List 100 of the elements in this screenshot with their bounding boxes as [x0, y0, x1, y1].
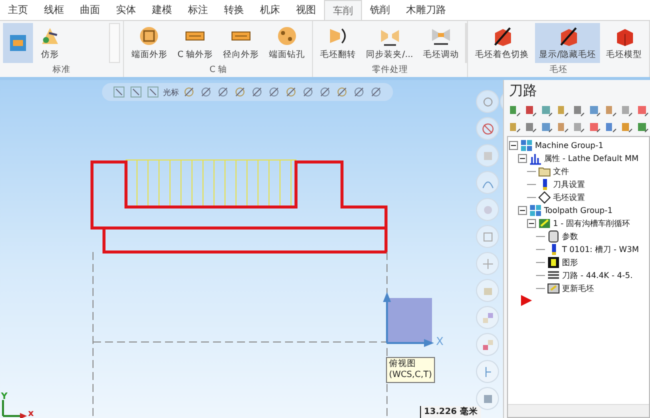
ribbon-button[interactable]: 仿形 — [35, 23, 65, 63]
view-tool-icon — [233, 85, 247, 99]
tool-icon — [524, 104, 537, 116]
tree-node-icon — [529, 204, 542, 217]
view-tool-button[interactable] — [476, 225, 499, 248]
tree-node-icon — [547, 230, 560, 243]
view-tool-icon — [129, 85, 143, 99]
ribbon-tab[interactable]: 铣削 — [362, 0, 398, 20]
view-tool-icon — [146, 85, 160, 99]
tree-item[interactable]: 参数 — [562, 231, 578, 242]
view-tool-button[interactable] — [476, 90, 499, 113]
tree-item[interactable]: 文件 — [553, 166, 569, 177]
tool-icon — [138, 25, 160, 47]
tree-node-icon — [520, 139, 533, 152]
ribbon-button[interactable]: 毛坯模型 — [602, 23, 646, 63]
ribbon-button[interactable]: 显示/隐藏毛坯 — [535, 23, 600, 63]
ribbon-tab[interactable]: 转换 — [216, 0, 252, 20]
view-tool-button[interactable] — [476, 387, 499, 410]
ribbon-tab[interactable]: 建模 — [144, 0, 180, 20]
tool-icon — [508, 104, 521, 116]
ribbon-tab[interactable]: 实体 — [108, 0, 144, 20]
tree-node-icon — [538, 191, 551, 204]
tree-item[interactable]: T 0101: 槽刀 - W3M — [562, 244, 639, 255]
ribbon-button[interactable]: C 轴外形 — [173, 23, 218, 63]
tree-item[interactable]: Machine Group-1 — [535, 141, 604, 150]
toolbar-button[interactable] — [571, 103, 586, 117]
tool-icon — [276, 25, 298, 47]
view-tool-icon — [216, 85, 230, 99]
tree-item[interactable]: 1 - 固有沟槽车削循环 — [553, 218, 630, 229]
toolbar-button[interactable] — [555, 103, 570, 117]
ribbon-tab[interactable]: 主页 — [0, 0, 36, 20]
ribbon-button[interactable]: 毛坯翻转 — [316, 23, 360, 63]
group-caption: 零件处理 — [371, 64, 410, 77]
view-tool-icon — [182, 85, 196, 99]
scale-readout: 13.226 毫米 — [420, 406, 481, 418]
panel-title: 刀路 — [508, 82, 538, 101]
tree-item[interactable]: Toolpath Group-1 — [544, 206, 613, 215]
ribbon-tab[interactable]: 机床 — [252, 0, 288, 20]
ribbon-tab[interactable]: 木雕刀路 — [398, 0, 454, 20]
view-tool-icon — [352, 85, 366, 99]
tool-icon — [556, 104, 569, 116]
tree-item[interactable]: 更新毛坯 — [562, 283, 594, 294]
tool-icon — [620, 104, 633, 116]
graphics-viewport[interactable]: 光标 X 俯视图 (WCS,C,T) Y x 13.226 毫米 — [0, 80, 503, 418]
tree-node-icon — [529, 152, 542, 165]
view-tool-button[interactable] — [476, 117, 499, 140]
axis-label: X — [436, 335, 444, 348]
ribbon-button[interactable] — [3, 23, 33, 63]
tree-item[interactable]: 刀具设置 — [553, 179, 585, 190]
view-cube-drawing — [383, 292, 434, 347]
view-tool-icon — [369, 85, 383, 99]
tool-icon — [480, 94, 494, 108]
ribbon-button[interactable]: 端面外形 — [127, 23, 172, 63]
tool-icon — [7, 32, 29, 54]
toolbar-button[interactable] — [587, 103, 602, 117]
toolbar-button[interactable] — [603, 103, 618, 117]
toolbar-button[interactable] — [523, 103, 538, 117]
ribbon-tab[interactable]: 曲面 — [72, 0, 108, 20]
ribbon-button[interactable]: 毛坯着色切换 — [471, 23, 534, 63]
view-tooltip: 俯视图 (WCS,C,T) — [386, 357, 435, 383]
collapse-toggle[interactable] — [518, 154, 527, 163]
tree-item[interactable]: 毛坯设置 — [553, 192, 585, 203]
ribbon-tab[interactable]: 线框 — [36, 0, 72, 20]
horizontal-scrollbar[interactable] — [508, 404, 649, 417]
view-tool-button[interactable] — [476, 252, 499, 275]
collapse-toggle[interactable] — [518, 206, 527, 215]
view-tool-button[interactable] — [476, 333, 499, 356]
ribbon-tab[interactable]: 标注 — [180, 0, 216, 20]
view-tool-button[interactable] — [476, 360, 499, 383]
tool-icon — [636, 104, 649, 116]
tree-node-icon — [547, 256, 560, 269]
tool-icon — [604, 104, 617, 116]
group-caption: C 轴 — [208, 64, 228, 77]
ribbon-button[interactable]: 径向外形 — [219, 23, 264, 63]
ribbon-tab[interactable]: 视图 — [288, 0, 324, 20]
toolbar-button[interactable] — [619, 103, 634, 117]
tree-item[interactable]: 属性 - Lathe Default MM — [544, 153, 639, 164]
tool-icon — [480, 122, 494, 136]
gallery-scrollbar[interactable] — [109, 23, 120, 63]
view-tool-icon — [250, 85, 264, 99]
view-tool-icon — [335, 85, 349, 99]
toolbar-button[interactable] — [635, 103, 650, 117]
view-tool-button[interactable] — [476, 171, 499, 194]
view-tool-button[interactable] — [476, 306, 499, 329]
tool-icon — [480, 310, 494, 324]
collapse-toggle[interactable] — [527, 219, 536, 228]
toolbar-button[interactable] — [539, 103, 554, 117]
tree-item[interactable]: 图形 — [562, 257, 578, 268]
group-caption: 标准 — [52, 64, 72, 77]
view-tool-icon — [318, 85, 332, 99]
ribbon-button[interactable]: 同步装夹/... — [362, 23, 418, 63]
ribbon-button[interactable]: 毛坯调动 — [419, 23, 464, 63]
folder-icon — [538, 165, 551, 178]
tree-item[interactable]: 刀路 - 44.4K - 4-5. — [562, 270, 633, 281]
ribbon-tab[interactable]: 车削 — [324, 0, 362, 20]
collapse-toggle[interactable] — [509, 141, 518, 150]
cursor-label: 光标 — [163, 86, 179, 98]
ribbon-button[interactable]: 端面钻孔 — [265, 23, 310, 63]
tool-icon — [572, 104, 585, 116]
toolbar-button[interactable] — [507, 103, 522, 117]
